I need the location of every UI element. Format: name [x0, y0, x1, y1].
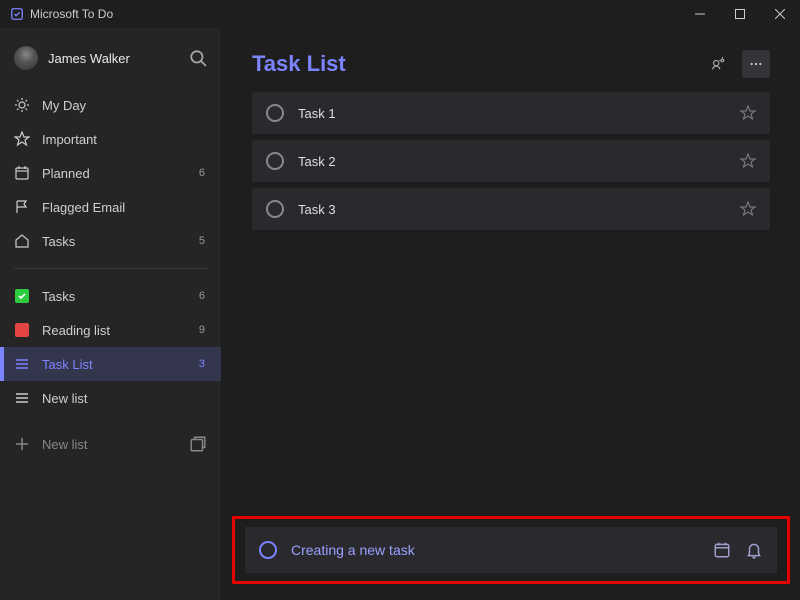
new-list-button[interactable]: New list — [0, 423, 221, 465]
add-circle-icon — [259, 541, 277, 559]
star-icon — [14, 131, 30, 147]
sidebar-item-tasks[interactable]: Tasks 5 — [0, 224, 221, 258]
window-titlebar: Microsoft To Do — [0, 0, 800, 28]
sidebar-item-planned[interactable]: Planned 6 — [0, 156, 221, 190]
sidebar-divider — [14, 268, 207, 269]
main-panel: Task List Task 1 Task 2 — [222, 28, 800, 600]
complete-circle-icon[interactable] — [266, 104, 284, 122]
home-icon — [14, 233, 30, 249]
sidebar-item-label: Planned — [42, 166, 179, 181]
more-options-button[interactable] — [742, 50, 770, 78]
sidebar-item-tasks-custom[interactable]: Tasks 6 — [0, 279, 221, 313]
share-button[interactable] — [704, 50, 732, 78]
search-icon[interactable] — [189, 49, 207, 67]
task-label: Task 3 — [298, 202, 726, 217]
task-row[interactable]: Task 3 — [252, 188, 770, 230]
custom-lists: Tasks 6 Reading list 9 Task List 3 — [0, 275, 221, 419]
plus-icon — [14, 436, 30, 452]
add-task-input[interactable] — [291, 542, 699, 558]
minimize-button[interactable] — [680, 0, 720, 28]
task-list: Task 1 Task 2 Task 3 — [222, 92, 800, 230]
sidebar: James Walker My Day Important — [0, 28, 222, 600]
sidebar-item-tasklist[interactable]: Task List 3 — [0, 347, 221, 381]
app-icon — [10, 7, 24, 21]
titlebar-left: Microsoft To Do — [10, 7, 113, 21]
smart-lists: My Day Important Planned 6 — [0, 84, 221, 262]
page-title: Task List — [252, 51, 704, 77]
sidebar-item-newlist[interactable]: New list — [0, 381, 221, 415]
flag-icon — [14, 199, 30, 215]
complete-circle-icon[interactable] — [266, 152, 284, 170]
complete-circle-icon[interactable] — [266, 200, 284, 218]
sidebar-item-count: 5 — [191, 235, 205, 247]
sidebar-item-label: Flagged Email — [42, 200, 179, 215]
sidebar-item-myday[interactable]: My Day — [0, 88, 221, 122]
sidebar-item-count: 6 — [191, 290, 205, 302]
profile-name: James Walker — [48, 51, 179, 66]
header-actions — [704, 50, 770, 78]
star-icon[interactable] — [740, 105, 756, 121]
new-list-label: New list — [42, 437, 177, 452]
sidebar-item-flagged[interactable]: Flagged Email — [0, 190, 221, 224]
sidebar-item-count: 3 — [191, 358, 205, 370]
task-label: Task 2 — [298, 154, 726, 169]
close-button[interactable] — [760, 0, 800, 28]
box-red-icon — [14, 322, 30, 338]
sidebar-item-label: My Day — [42, 98, 179, 113]
add-task-highlight — [232, 516, 790, 584]
avatar — [14, 46, 38, 70]
task-row[interactable]: Task 2 — [252, 140, 770, 182]
list-icon — [14, 390, 30, 406]
maximize-button[interactable] — [720, 0, 760, 28]
sidebar-item-label: Reading list — [42, 323, 179, 338]
app-name: Microsoft To Do — [30, 7, 113, 21]
list-icon — [14, 356, 30, 372]
sidebar-item-label: Important — [42, 132, 179, 147]
star-icon[interactable] — [740, 153, 756, 169]
task-row[interactable]: Task 1 — [252, 92, 770, 134]
sun-icon — [14, 97, 30, 113]
calendar-icon — [14, 165, 30, 181]
window-controls — [680, 0, 800, 28]
due-date-icon[interactable] — [713, 541, 731, 559]
check-green-icon — [14, 288, 30, 304]
star-icon[interactable] — [740, 201, 756, 217]
sidebar-item-important[interactable]: Important — [0, 122, 221, 156]
task-label: Task 1 — [298, 106, 726, 121]
sidebar-item-count: 6 — [191, 167, 205, 179]
sidebar-item-label: Tasks — [42, 289, 179, 304]
sidebar-item-label: Task List — [42, 357, 179, 372]
sidebar-item-count: 9 — [191, 324, 205, 336]
profile-row[interactable]: James Walker — [0, 28, 221, 84]
sidebar-item-label: Tasks — [42, 234, 179, 249]
list-header: Task List — [222, 28, 800, 92]
sidebar-item-reading[interactable]: Reading list 9 — [0, 313, 221, 347]
reminder-icon[interactable] — [745, 541, 763, 559]
sidebar-item-label: New list — [42, 391, 179, 406]
new-group-icon[interactable] — [189, 435, 207, 453]
add-task-bar[interactable] — [245, 527, 777, 573]
